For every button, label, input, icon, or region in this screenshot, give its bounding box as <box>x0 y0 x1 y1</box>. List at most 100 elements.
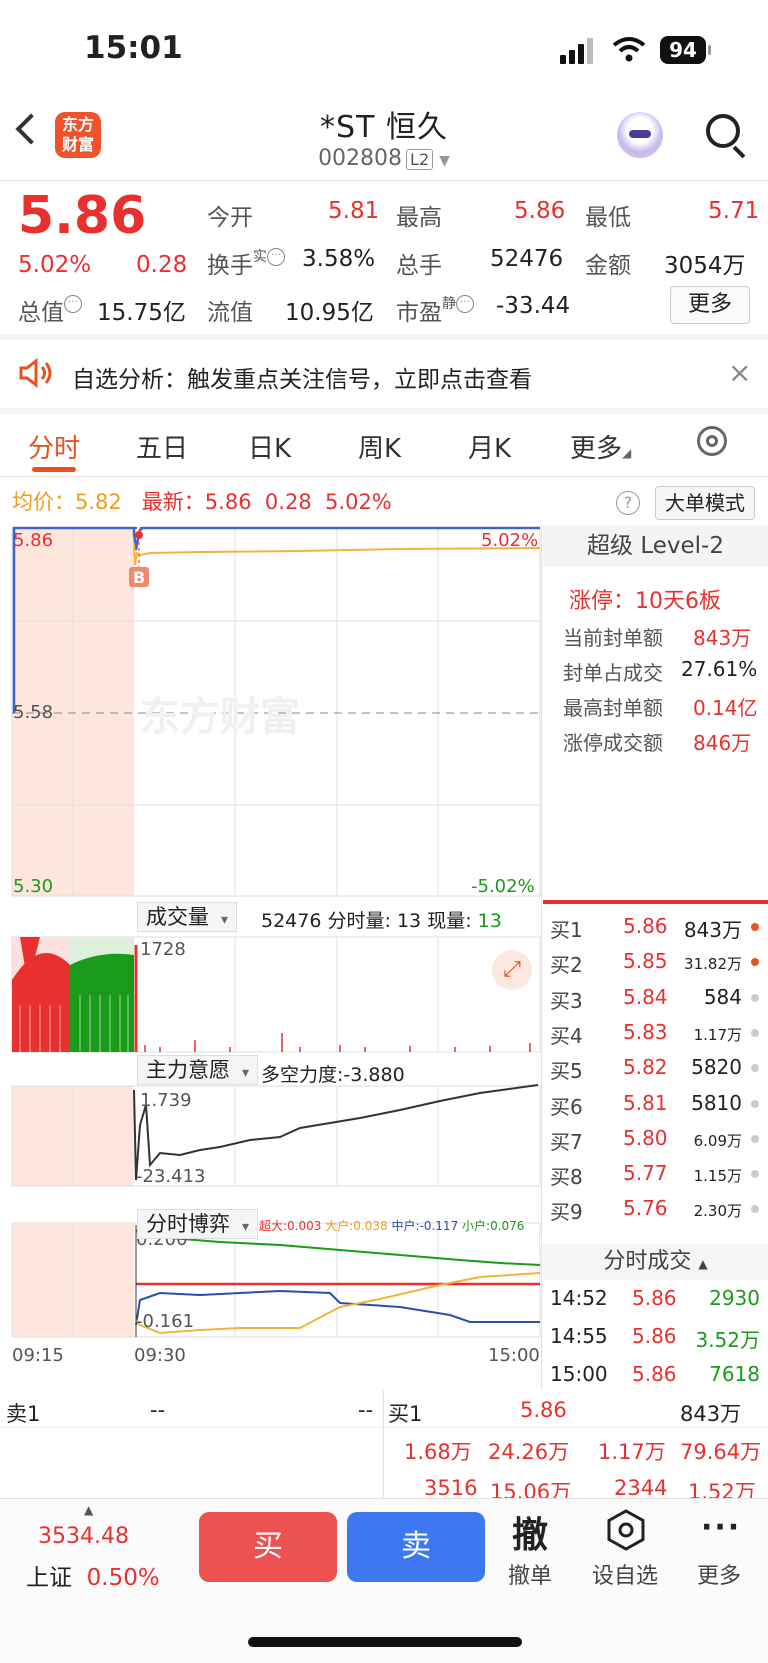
divider <box>0 180 768 181</box>
limit-up-streak: 涨停：10天6板 <box>569 589 721 614</box>
orderbook-volume: 1.15万 <box>693 1167 742 1186</box>
volume-stats: 52476 分时量: 13 现量: 13 <box>261 910 502 932</box>
orderbook-row[interactable]: 买8 5.77 1.15万 <box>550 1159 760 1189</box>
game-selector[interactable]: 分时博弈 <box>137 1209 259 1239</box>
divider <box>0 1498 768 1499</box>
orderbook-volume: 584 <box>703 984 742 1009</box>
orderbook-level: 买4 <box>550 1023 583 1048</box>
high-value: 5.86 <box>514 198 566 224</box>
level2-badge: L2 <box>406 149 434 170</box>
divider <box>543 900 768 904</box>
orderbook-volume: 5820 <box>691 1055 742 1080</box>
latest-price: 5.86 <box>204 490 252 514</box>
expand-icon[interactable]: ⤢ <box>492 950 532 990</box>
orderbook-price: 5.84 <box>623 984 668 1009</box>
index-value[interactable]: 3534.48 <box>38 1524 129 1549</box>
period-tabs: 分时 五日 日K 周K 月K 更多◢ <box>0 412 768 474</box>
assistant-robot-icon[interactable] <box>617 112 663 158</box>
add-watchlist-icon[interactable] <box>604 1508 648 1552</box>
limit-turnover-value: 846万 <box>693 731 752 755</box>
status-dot-icon <box>751 1099 759 1108</box>
settings-gear-icon[interactable] <box>697 426 727 456</box>
tab-weekly-k[interactable]: 周K <box>358 428 401 465</box>
orderbook-price: 5.80 <box>623 1125 668 1150</box>
cellular-signal-icon <box>560 38 600 64</box>
tick-trades-header[interactable]: 分时成交 ▲ <box>543 1244 768 1280</box>
status-dot-icon <box>751 1205 759 1214</box>
orderbook-row[interactable]: 买4 5.83 1.17万 <box>550 1018 760 1048</box>
bottom-book: 卖1 -- -- 买1 5.86 843万 1.68万 24.26万 1.17万… <box>0 1390 768 1504</box>
buy-button[interactable]: 买 <box>199 1512 337 1582</box>
orderbook-level: 买2 <box>550 953 583 978</box>
search-icon[interactable] <box>706 114 740 148</box>
status-dot-icon <box>751 958 759 967</box>
close-icon[interactable]: × <box>728 356 751 389</box>
orderbook-row[interactable]: 买9 5.76 2.30万 <box>550 1194 760 1224</box>
watermark: 东方财富 <box>140 695 300 739</box>
orderbook-row[interactable]: 买7 5.80 6.09万 <box>550 1124 760 1154</box>
orderbook-row[interactable]: 买1 5.86 843万 <box>550 912 760 942</box>
main-force-stats: 多空力度:-3.880 <box>261 1064 405 1086</box>
cancel-order-label[interactable]: 撤单 <box>508 1558 552 1590</box>
orderbook-level: 买8 <box>550 1165 583 1190</box>
time-axis-open: 09:30 <box>134 1345 186 1366</box>
seal-ratio-label: 封单占成交 <box>563 661 663 685</box>
orderbook-price: 5.85 <box>623 949 668 974</box>
big-order-mode-button[interactable]: 大单模式 <box>655 486 755 520</box>
buy1-vol: 843万 <box>680 1402 742 1426</box>
tab-more[interactable]: 更多◢ <box>570 428 631 465</box>
main-force-high: 1.739 <box>140 1090 192 1111</box>
tab-five-day[interactable]: 五日 <box>136 428 188 465</box>
book-cell: 24.26万 <box>488 1440 570 1464</box>
orderbook-row[interactable]: 买3 5.84 584 <box>550 983 760 1013</box>
index-ticker[interactable]: 上证 0.50% <box>26 1558 160 1592</box>
expand-up-icon[interactable]: ▲ <box>84 1503 93 1517</box>
turnover-value: 3.58% <box>302 246 376 272</box>
orderbook-row[interactable]: 买2 5.85 31.82万 <box>550 947 760 977</box>
game-stats: 超大:0.003 大户:0.038 中户:-0.117 小户:0.076 <box>259 1219 525 1233</box>
intraday-chart: 东方财富 B 5.86 5.58 5.30 5.02% -5.02% 1728 … <box>11 526 541 1366</box>
sell1-vol: -- <box>358 1398 374 1422</box>
book-cell: 1.17万 <box>598 1440 666 1464</box>
volume-selector[interactable]: 成交量 <box>137 902 238 932</box>
more-quote-button[interactable]: 更多 <box>670 286 750 324</box>
sell-button[interactable]: 卖 <box>347 1512 485 1582</box>
seal-amount-value: 843万 <box>693 626 752 650</box>
main-force-selector[interactable]: 主力意愿 <box>137 1055 259 1085</box>
divider <box>541 525 542 1390</box>
sell1-price: -- <box>150 1398 166 1422</box>
level2-panel: 超级 Level-2 涨停：10天6板 当前封单额 843万 封单占成交 27.… <box>543 525 768 899</box>
tab-intraday[interactable]: 分时 <box>28 428 80 465</box>
orderbook-level: 买6 <box>550 1094 583 1119</box>
cancel-order-icon[interactable]: 撤 <box>512 1506 548 1558</box>
banner-text: 自选分析：触发重点关注信号，立即点击查看 <box>72 367 532 393</box>
status-dot-icon <box>751 1064 759 1073</box>
book-cell: 2344 <box>614 1476 668 1500</box>
status-dot-icon <box>751 923 759 931</box>
game-low: -0.161 <box>136 1311 194 1332</box>
book-cell: 1.68万 <box>404 1440 472 1464</box>
more-menu-label[interactable]: 更多 <box>697 1558 741 1590</box>
float-value-label: 流值 <box>207 300 253 326</box>
signal-banner[interactable]: 自选分析：触发重点关注信号，立即点击查看 × <box>0 340 768 408</box>
orderbook-level: 买3 <box>550 988 583 1013</box>
tab-daily-k[interactable]: 日K <box>248 428 291 465</box>
orderbook-price: 5.83 <box>623 1019 668 1044</box>
sell1-label: 卖1 <box>6 1402 41 1426</box>
status-bar: 15:01 94 <box>0 0 768 100</box>
add-watchlist-label[interactable]: 设自选 <box>592 1558 658 1590</box>
more-dots-icon[interactable]: ··· <box>701 1510 741 1545</box>
info-icon: ··· <box>64 295 82 313</box>
seal-amount-label: 当前封单额 <box>563 626 663 650</box>
pe-label: 市盈静 ··· <box>396 293 474 327</box>
orderbook-row[interactable]: 买5 5.82 5820 <box>550 1053 760 1083</box>
total-value-label: 总值 ··· <box>18 293 82 327</box>
orderbook-row[interactable]: 买6 5.81 5810 <box>550 1089 760 1119</box>
tab-monthly-k[interactable]: 月K <box>468 428 511 465</box>
divider <box>0 476 768 477</box>
price-info-line: 均价：5.82 最新：5.86 0.28 5.02% <box>12 490 392 514</box>
info-icon: ··· <box>456 295 474 313</box>
change-amount: 0.28 <box>136 252 188 278</box>
stock-code: 002808 <box>318 146 403 171</box>
help-icon[interactable]: ? <box>616 491 640 515</box>
